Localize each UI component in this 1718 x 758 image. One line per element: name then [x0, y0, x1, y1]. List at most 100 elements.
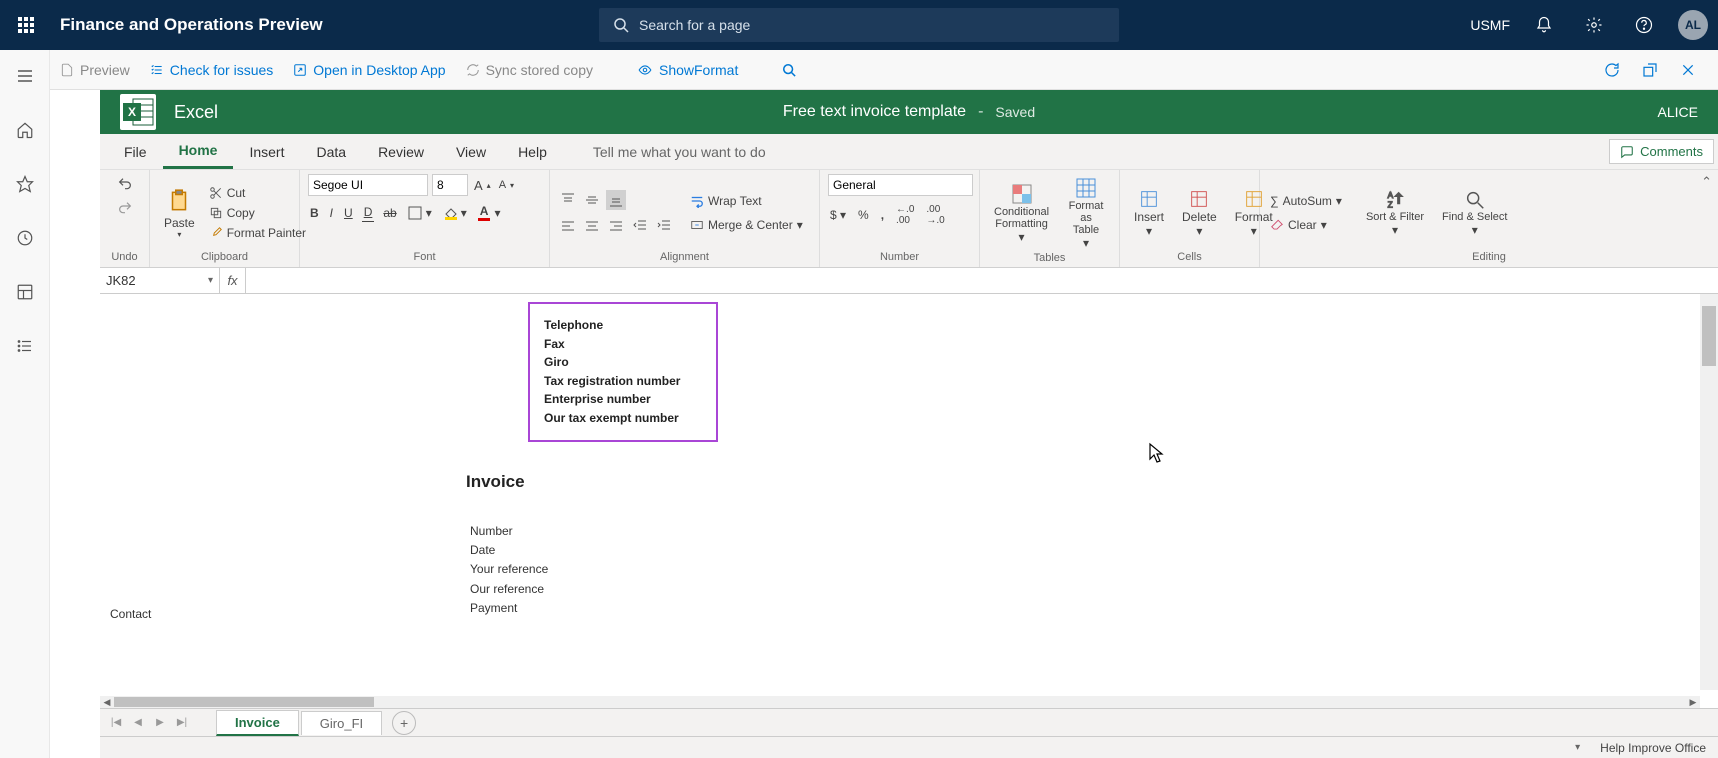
comma-button[interactable]: , [879, 202, 886, 228]
increase-font-button[interactable]: A▴ [472, 176, 493, 195]
align-middle-button[interactable] [582, 190, 602, 210]
sheet-nav-next[interactable]: ▶ [150, 717, 170, 728]
add-sheet-button[interactable]: + [392, 711, 416, 735]
refresh-button[interactable] [1598, 56, 1626, 84]
tab-insert[interactable]: Insert [233, 134, 300, 169]
decrease-font-button[interactable]: A▾ [497, 177, 516, 193]
tab-home[interactable]: Home [163, 134, 234, 169]
autosum-button[interactable]: ∑ AutoSum ▾ [1268, 192, 1344, 210]
align-top-button[interactable] [558, 190, 578, 210]
tab-file[interactable]: File [108, 134, 163, 169]
percent-button[interactable]: % [856, 202, 871, 228]
italic-button[interactable]: I [328, 204, 335, 222]
underline-button[interactable]: U [342, 204, 355, 222]
fx-button[interactable]: fx [220, 268, 246, 293]
sheet-nav-prev[interactable]: ◀ [128, 717, 148, 728]
tab-data[interactable]: Data [300, 134, 362, 169]
status-menu-button[interactable]: ▾ [1575, 742, 1580, 753]
help-improve-link[interactable]: Help Improve Office [1600, 741, 1706, 755]
merge-center-button[interactable]: Merge & Center ▾ [688, 216, 805, 234]
cut-button[interactable]: Cut [207, 184, 308, 202]
check-issues-button[interactable]: Check for issues [140, 50, 283, 89]
user-avatar[interactable]: AL [1678, 10, 1708, 40]
insert-cells-button[interactable]: Insert▾ [1128, 186, 1170, 240]
toolbar-search-button[interactable] [772, 50, 806, 89]
legal-entity[interactable]: USMF [1470, 17, 1510, 33]
status-bar: ▾ Help Improve Office [100, 736, 1718, 758]
copy-button[interactable]: Copy [207, 204, 308, 222]
bold-button[interactable]: B [308, 204, 321, 222]
find-select-button[interactable]: Find & Select▾ [1436, 187, 1513, 239]
paste-button[interactable]: Paste ▾ [158, 184, 201, 241]
fill-color-button[interactable]: ▾ [441, 204, 469, 222]
undo-button[interactable] [115, 174, 135, 194]
notifications-button[interactable] [1528, 9, 1560, 41]
nav-favorites[interactable] [7, 166, 43, 202]
font-name-select[interactable] [308, 174, 428, 196]
sync-button[interactable]: Sync stored copy [456, 50, 603, 89]
increase-indent-button[interactable] [654, 216, 674, 236]
vertical-scrollbar[interactable] [1700, 294, 1718, 690]
nav-recent[interactable] [7, 220, 43, 256]
align-right-button[interactable] [606, 216, 626, 236]
delete-cells-button[interactable]: Delete▾ [1176, 186, 1223, 240]
popout-button[interactable] [1636, 56, 1664, 84]
svg-text:X: X [128, 105, 136, 119]
sort-filter-button[interactable]: AZ Sort & Filter▾ [1360, 187, 1430, 239]
sheet-tab-giro[interactable]: Giro_FI [301, 711, 382, 735]
clear-button[interactable]: Clear ▾ [1268, 216, 1344, 234]
font-size-select[interactable] [432, 174, 468, 196]
open-desktop-button[interactable]: Open in Desktop App [283, 50, 455, 89]
nav-home[interactable] [7, 112, 43, 148]
tab-help[interactable]: Help [502, 134, 563, 169]
border-button[interactable]: ▾ [406, 204, 434, 222]
sheet-nav-last[interactable]: ▶| [172, 717, 192, 728]
preview-button[interactable]: Preview [50, 50, 140, 89]
label-number: Number [470, 522, 548, 541]
sheet-tab-invoice[interactable]: Invoice [216, 710, 299, 736]
decrease-decimal-button[interactable]: .00→.0 [924, 202, 946, 228]
help-button[interactable] [1628, 9, 1660, 41]
font-color-button[interactable]: A▾ [476, 202, 503, 223]
tab-view[interactable]: View [440, 134, 502, 169]
decrease-indent-button[interactable] [630, 216, 650, 236]
app-launcher-button[interactable] [10, 9, 42, 41]
nav-expand-button[interactable] [7, 58, 43, 94]
worksheet-area[interactable]: Telephone Fax Giro Tax registration numb… [100, 294, 1718, 708]
document-title[interactable]: Free text invoice template [783, 103, 966, 121]
redo-button[interactable] [115, 198, 135, 218]
nav-workspaces[interactable] [7, 274, 43, 310]
delete-cells-icon [1188, 188, 1210, 210]
formula-bar: JK82 fx [100, 268, 1718, 294]
currency-button[interactable]: $ ▾ [828, 202, 848, 228]
collapse-ribbon-button[interactable]: ⌃ [1701, 174, 1712, 190]
global-search[interactable]: Search for a page [599, 8, 1119, 42]
format-painter-button[interactable]: Format Painter [207, 224, 308, 242]
tab-review[interactable]: Review [362, 134, 440, 169]
number-format-select[interactable] [828, 174, 973, 196]
strikethrough-button[interactable]: ab [381, 204, 398, 222]
name-box[interactable]: JK82 [100, 268, 220, 293]
increase-decimal-button[interactable]: ←.0.00 [894, 202, 916, 228]
align-bottom-button[interactable] [606, 190, 626, 210]
sheet-nav-first[interactable]: |◀ [106, 717, 126, 728]
check-issues-label: Check for issues [170, 62, 273, 78]
show-format-button[interactable]: ShowFormat [627, 50, 748, 89]
settings-button[interactable] [1578, 9, 1610, 41]
format-as-table-button[interactable]: Format as Table▾ [1061, 174, 1111, 252]
close-button[interactable] [1674, 56, 1702, 84]
align-left-button[interactable] [558, 216, 578, 236]
nav-modules[interactable] [7, 328, 43, 364]
align-bottom-icon [608, 192, 624, 208]
tell-me-search[interactable]: Tell me what you want to do [593, 144, 766, 160]
double-underline-button[interactable]: D [362, 203, 375, 222]
align-top-icon [560, 192, 576, 208]
excel-titlebar: X Excel Free text invoice template - Sav… [100, 90, 1718, 134]
comments-button[interactable]: Comments [1609, 139, 1714, 164]
excel-user-name[interactable]: ALICE [1658, 104, 1698, 120]
scissors-icon [209, 186, 223, 200]
align-center-button[interactable] [582, 216, 602, 236]
wrap-text-button[interactable]: Wrap Text [688, 192, 805, 210]
horizontal-scrollbar[interactable]: ◀ ▶ [100, 696, 1700, 708]
conditional-formatting-button[interactable]: Conditional Formatting▾ [988, 180, 1055, 246]
